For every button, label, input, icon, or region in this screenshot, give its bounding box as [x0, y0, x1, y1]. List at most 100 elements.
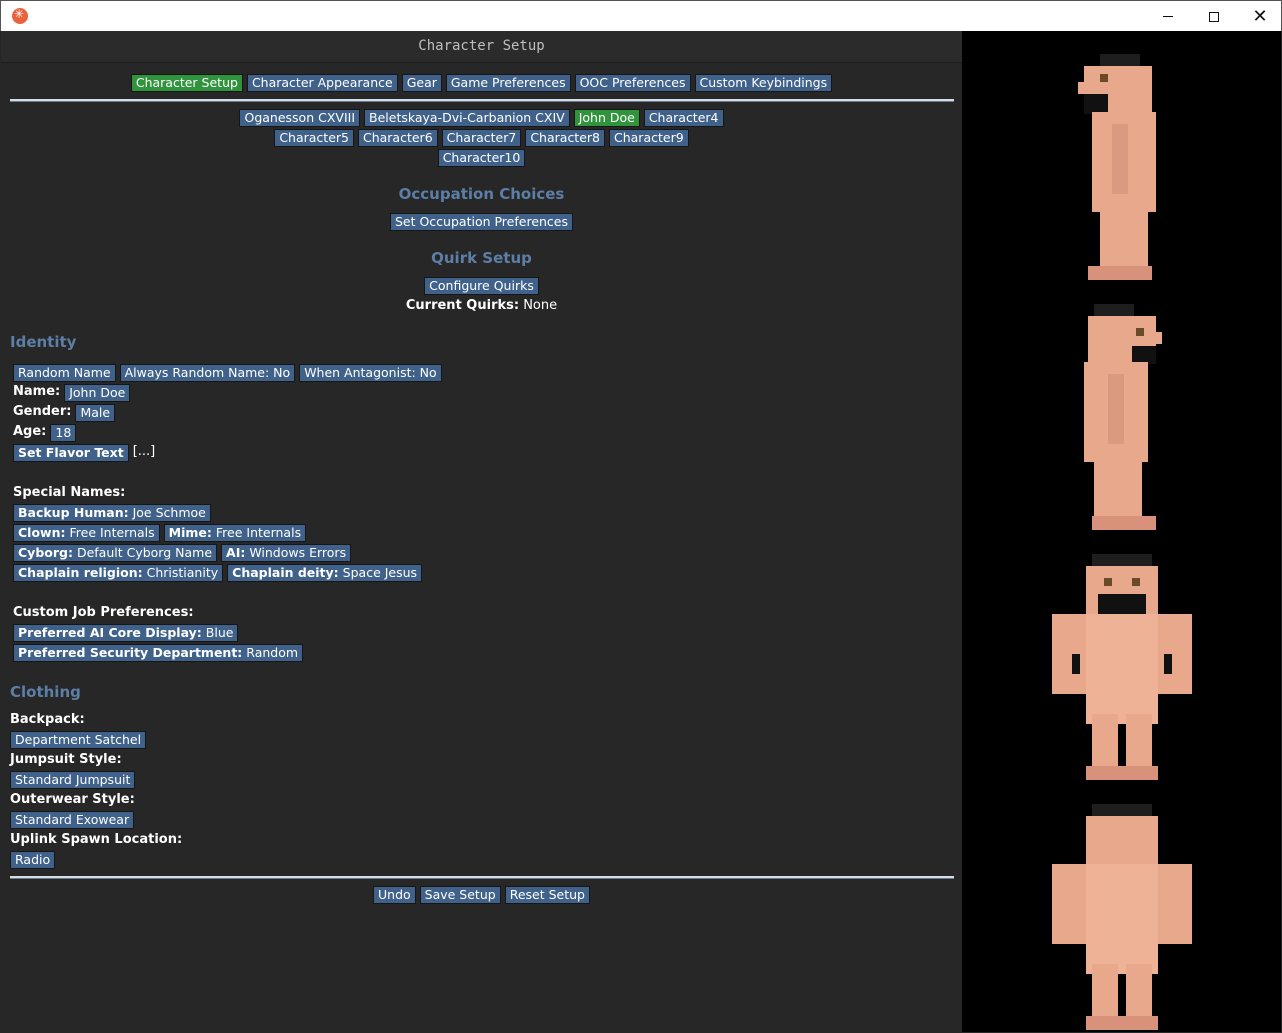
app-logo-icon: [12, 7, 28, 24]
minimize-icon: [1163, 16, 1173, 17]
backup-human-value: Joe Schmoe: [132, 505, 206, 520]
jumpsuit-button[interactable]: Standard Jumpsuit: [10, 771, 136, 789]
backpack-row: Department Satchel: [10, 731, 150, 749]
deity-value: Space Jesus: [342, 565, 418, 580]
name-options-row: Random Name Always Random Name: No When An…: [13, 364, 446, 382]
character-slot[interactable]: Character7: [441, 129, 522, 147]
character-preview-panel: [962, 31, 1281, 1032]
security-department-button[interactable]: Preferred Security Department: Random: [13, 644, 304, 662]
ai-label: AI:: [226, 545, 246, 560]
character-slot[interactable]: Character4: [643, 109, 724, 127]
close-icon: ✕: [1252, 6, 1268, 27]
religion-value: Christianity: [146, 565, 219, 580]
current-quirks-value: None: [523, 298, 558, 313]
backup-human-button[interactable]: Backup Human: Joe Schmoe: [13, 504, 211, 522]
mime-label: Mime:: [168, 525, 212, 540]
chaplain-deity-button[interactable]: Chaplain deity: Space Jesus: [227, 564, 423, 582]
character-slot-selected[interactable]: John Doe: [573, 109, 640, 127]
window-titlebar: ✕: [0, 0, 1282, 31]
character-slot[interactable]: Character9: [609, 129, 689, 147]
divider-bottom: [10, 876, 954, 879]
outerwear-row: Standard Exowear: [10, 811, 138, 829]
outerwear-label: Outerwear Style:: [10, 792, 135, 807]
character-slot[interactable]: Character10: [437, 149, 526, 167]
backup-human-label: Backup Human:: [18, 505, 129, 520]
tab-character-appearance[interactable]: Character Appearance: [246, 74, 398, 92]
backpack-button[interactable]: Department Satchel: [10, 731, 147, 749]
configure-quirks-button[interactable]: Configure Quirks: [424, 277, 539, 295]
flavor-text-row: Set Flavor Text [...]: [13, 444, 155, 462]
age-row: Age: 18: [13, 424, 80, 442]
ai-name-button[interactable]: AI: Windows Errors: [221, 544, 352, 562]
identity-heading: Identity: [10, 333, 77, 351]
name-row: Name: John Doe: [13, 384, 134, 402]
cyborg-name-button[interactable]: Cyborg: Default Cyborg Name: [13, 544, 218, 562]
always-random-name-button[interactable]: Always Random Name: No: [119, 364, 296, 382]
age-label: Age:: [13, 424, 47, 439]
save-setup-button[interactable]: Save Setup: [419, 886, 501, 904]
cyborg-label: Cyborg:: [18, 545, 73, 560]
sec-dept-value: Random: [246, 645, 299, 660]
name-button[interactable]: John Doe: [64, 384, 131, 402]
special-names-row-1: Backup Human: Joe Schmoe: [13, 504, 215, 522]
ai-core-row: Preferred AI Core Display: Blue: [13, 624, 242, 642]
tab-gear[interactable]: Gear: [401, 74, 442, 92]
age-button[interactable]: 18: [50, 424, 77, 442]
undo-button[interactable]: Undo: [373, 886, 416, 904]
random-name-button[interactable]: Random Name: [13, 364, 116, 382]
character-slot[interactable]: Character6: [357, 129, 438, 147]
character-slot[interactable]: Oganesson CXVIII: [239, 109, 361, 127]
clown-value: Free Internals: [69, 525, 155, 540]
window-title: Character Setup: [1, 31, 962, 63]
special-names-row-2: Clown: Free Internals Mime: Free Internal…: [13, 524, 310, 542]
close-button[interactable]: ✕: [1237, 1, 1282, 32]
special-names-row-3: Cyborg: Default Cyborg Name AI: Windows E…: [13, 544, 355, 562]
occupation-row: Set Occupation Preferences: [1, 213, 962, 231]
character-slot[interactable]: Character5: [274, 129, 354, 147]
jumpsuit-row: Standard Jumpsuit: [10, 771, 139, 789]
outerwear-button[interactable]: Standard Exowear: [10, 811, 135, 829]
religion-label: Chaplain religion:: [18, 565, 143, 580]
tab-game-preferences[interactable]: Game Preferences: [445, 74, 571, 92]
character-slots-row-3: Character10: [1, 149, 962, 167]
setup-pane: Character Setup Character Setup Character…: [1, 31, 962, 1032]
maximize-icon: [1209, 11, 1219, 22]
gender-row: Gender: Male: [13, 404, 119, 422]
set-flavor-text-button[interactable]: Set Flavor Text: [13, 444, 129, 462]
name-label: Name:: [13, 384, 61, 399]
tab-custom-keybindings[interactable]: Custom Keybindings: [694, 74, 833, 92]
maximize-button[interactable]: [1191, 1, 1237, 32]
ai-core-display-button[interactable]: Preferred AI Core Display: Blue: [13, 624, 239, 642]
chaplain-religion-button[interactable]: Chaplain religion: Christianity: [13, 564, 224, 582]
quirk-heading: Quirk Setup: [431, 249, 532, 267]
gender-button[interactable]: Male: [75, 404, 116, 422]
character-slot[interactable]: Character8: [525, 129, 605, 147]
character-slots-row-1: Oganesson CXVIII Beletskaya-Dvi-Carbanion…: [1, 109, 962, 127]
clown-label: Clown:: [18, 525, 66, 540]
tab-character-setup[interactable]: Character Setup: [130, 74, 243, 92]
character-preview-north: [1052, 804, 1192, 1030]
when-antagonist-button[interactable]: When Antagonist: No: [299, 364, 442, 382]
reset-setup-button[interactable]: Reset Setup: [504, 886, 590, 904]
security-dept-row: Preferred Security Department: Random: [13, 644, 307, 662]
special-names-row-4: Chaplain religion: Christianity Chaplain …: [13, 564, 426, 582]
clown-name-button[interactable]: Clown: Free Internals: [13, 524, 160, 542]
set-occupation-button[interactable]: Set Occupation Preferences: [389, 213, 574, 231]
minimize-button[interactable]: [1145, 1, 1191, 32]
special-names-label: Special Names:: [13, 485, 126, 500]
gender-label: Gender:: [13, 404, 72, 419]
jumpsuit-label: Jumpsuit Style:: [10, 752, 122, 767]
character-preview-south: [1052, 554, 1192, 780]
character-slots-row-2: Character5 Character6 Character7 Character8…: [1, 129, 962, 147]
quirk-row: Configure Quirks: [1, 277, 962, 295]
tab-ooc-preferences[interactable]: OOC Preferences: [574, 74, 691, 92]
cyborg-value: Default Cyborg Name: [76, 545, 213, 560]
uplink-button[interactable]: Radio: [10, 851, 56, 869]
deity-label: Chaplain deity:: [232, 565, 339, 580]
uplink-label: Uplink Spawn Location:: [10, 832, 183, 847]
ai-value: Windows Errors: [249, 545, 347, 560]
custom-job-label: Custom Job Preferences:: [13, 605, 194, 620]
character-slot[interactable]: Beletskaya-Dvi-Carbanion CXIV: [364, 109, 570, 127]
sec-dept-label: Preferred Security Department:: [18, 645, 243, 660]
mime-name-button[interactable]: Mime: Free Internals: [163, 524, 307, 542]
